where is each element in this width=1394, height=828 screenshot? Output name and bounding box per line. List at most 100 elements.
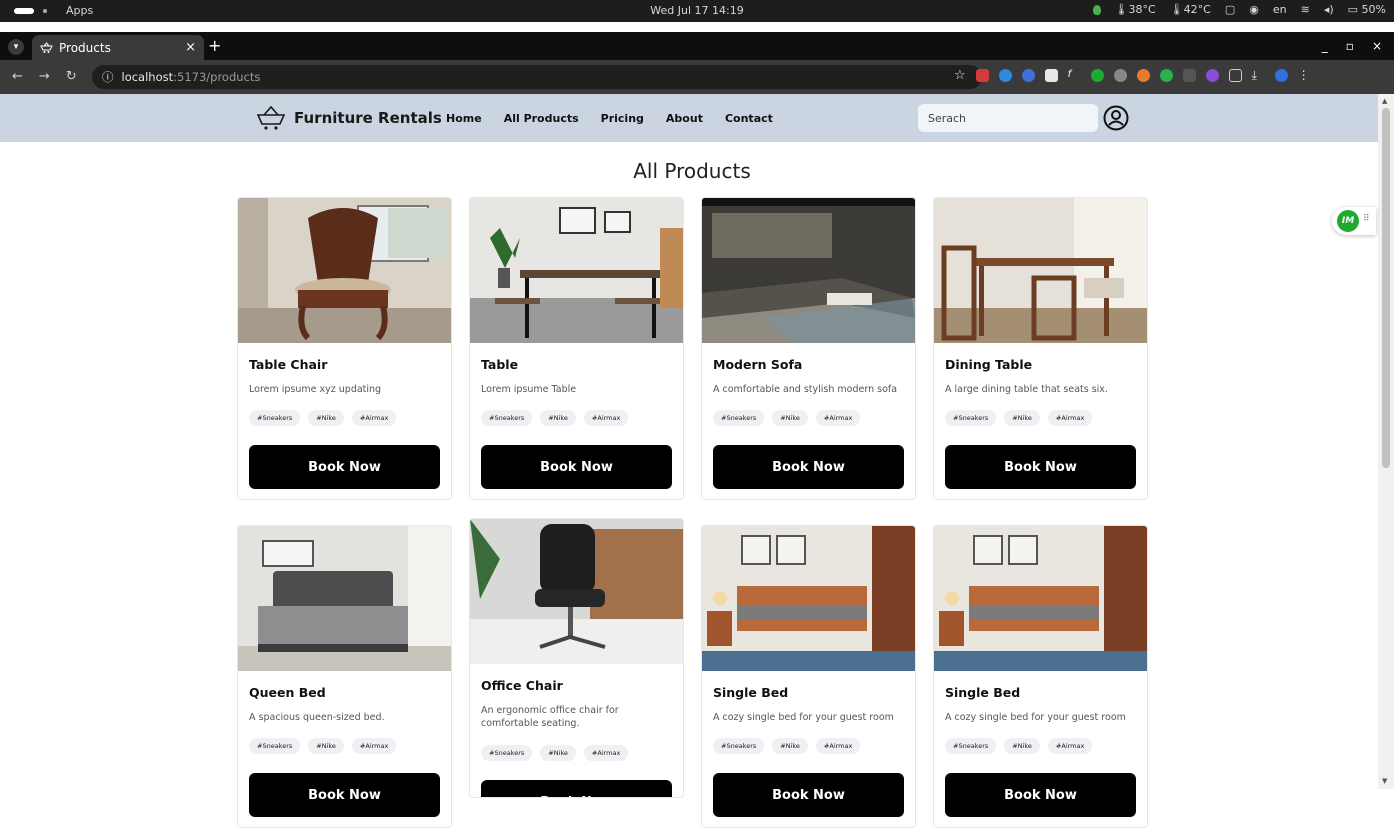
- product-tag[interactable]: #Nike: [1004, 738, 1040, 754]
- scroll-up-arrow-icon[interactable]: ▲: [1382, 97, 1387, 105]
- restore-button[interactable]: ▫: [1346, 39, 1354, 53]
- browser-menu-icon[interactable]: ⋮: [1297, 69, 1311, 82]
- search-input[interactable]: [918, 104, 1098, 132]
- product-title: Single Bed: [713, 685, 789, 700]
- product-image[interactable]: [470, 198, 683, 343]
- extension-icon[interactable]: [1136, 69, 1150, 82]
- forward-arrow-icon[interactable]: →: [39, 69, 50, 84]
- product-tag[interactable]: #Sneakers: [713, 410, 765, 426]
- browser-toolbar: ← → ↻ ⓘ localhost:5173/products ☆ f ⤓ ⋮: [0, 60, 1394, 94]
- product-image[interactable]: [702, 198, 915, 343]
- bookmark-star-icon[interactable]: ☆: [954, 69, 966, 82]
- product-tag[interactable]: #Nike: [540, 410, 576, 426]
- drag-handle-icon[interactable]: ⠿: [1363, 214, 1370, 224]
- brand-name[interactable]: Furniture Rentals: [294, 109, 442, 127]
- nav-home[interactable]: Home: [446, 112, 482, 125]
- scroll-down-arrow-icon[interactable]: ▼: [1382, 777, 1387, 785]
- product-image[interactable]: [934, 198, 1147, 343]
- extensions-puzzle-icon[interactable]: [1228, 69, 1242, 82]
- extension-icon[interactable]: [1113, 69, 1127, 82]
- product-card: Table Lorem ipsume Table #Sneakers #Nike…: [469, 197, 684, 500]
- volume-icon[interactable]: ◂): [1324, 3, 1334, 16]
- product-tag[interactable]: #Sneakers: [945, 738, 997, 754]
- back-arrow-icon[interactable]: ←: [12, 69, 23, 84]
- product-tag[interactable]: #Sneakers: [713, 738, 765, 754]
- book-now-button[interactable]: Book Now: [481, 780, 672, 797]
- product-tag[interactable]: #Sneakers: [481, 410, 533, 426]
- extension-icon[interactable]: [1021, 69, 1035, 82]
- product-tag[interactable]: #Airmax: [1047, 738, 1093, 754]
- extension-icon[interactable]: [975, 69, 989, 82]
- extension-icon[interactable]: [1090, 69, 1104, 82]
- product-image[interactable]: [238, 526, 451, 671]
- product-tag[interactable]: #Sneakers: [249, 738, 301, 754]
- user-account-icon[interactable]: [1103, 105, 1129, 131]
- product-tag[interactable]: #Airmax: [1047, 410, 1093, 426]
- product-tag[interactable]: #Nike: [772, 738, 808, 754]
- system-tray[interactable]: 🌡38°C 🌡42°C ▢ ◉ en ≋ ◂) ▭ 50%: [1092, 3, 1386, 16]
- accessibility-icon[interactable]: ◉: [1249, 3, 1259, 16]
- book-now-button[interactable]: Book Now: [945, 445, 1136, 489]
- product-tag[interactable]: #Airmax: [351, 410, 397, 426]
- product-tag[interactable]: #Sneakers: [945, 410, 997, 426]
- product-tag[interactable]: #Nike: [772, 410, 808, 426]
- product-card: Single Bed A cozy single bed for your gu…: [701, 525, 916, 828]
- product-tag[interactable]: #Nike: [308, 410, 344, 426]
- extension-icon[interactable]: [998, 69, 1012, 82]
- battery-indicator[interactable]: ▭ 50%: [1348, 3, 1386, 16]
- extension-icon[interactable]: f: [1067, 69, 1081, 82]
- reload-icon[interactable]: ↻: [66, 69, 77, 84]
- extension-icon[interactable]: [1044, 69, 1058, 82]
- nav-about[interactable]: About: [666, 112, 703, 125]
- book-now-button[interactable]: Book Now: [945, 773, 1136, 817]
- url-text[interactable]: localhost:5173/products: [122, 70, 261, 84]
- clipboard-icon[interactable]: ▢: [1225, 3, 1235, 16]
- cart-logo-icon[interactable]: [256, 104, 286, 132]
- product-tag[interactable]: #Airmax: [583, 410, 629, 426]
- profile-avatar[interactable]: [1274, 69, 1288, 82]
- product-tags: #Sneakers #Nike #Airmax: [945, 410, 1093, 426]
- product-title: Office Chair: [481, 678, 563, 693]
- new-tab-button[interactable]: +: [208, 36, 221, 55]
- tray-app-icon[interactable]: [1092, 4, 1101, 15]
- close-window-button[interactable]: ×: [1372, 39, 1382, 53]
- product-tag[interactable]: #Nike: [308, 738, 344, 754]
- product-image[interactable]: [702, 526, 915, 671]
- product-image[interactable]: [934, 526, 1147, 671]
- product-image[interactable]: [238, 198, 451, 343]
- language-indicator[interactable]: en: [1273, 3, 1287, 16]
- tab-search-icon[interactable]: ▾: [8, 39, 24, 55]
- im-badge-icon[interactable]: IM: [1337, 210, 1359, 232]
- extension-icon[interactable]: [1182, 69, 1196, 82]
- product-tag[interactable]: #Airmax: [815, 410, 861, 426]
- floating-widget[interactable]: IM ⠿: [1332, 207, 1376, 235]
- nav-all-products[interactable]: All Products: [504, 112, 579, 125]
- product-tag[interactable]: #Airmax: [583, 745, 629, 761]
- product-image[interactable]: [470, 519, 683, 664]
- nav-contact[interactable]: Contact: [725, 112, 773, 125]
- book-now-button[interactable]: Book Now: [249, 445, 440, 489]
- address-bar[interactable]: ⓘ localhost:5173/products: [92, 65, 982, 89]
- product-title: Single Bed: [945, 685, 1021, 700]
- wifi-icon[interactable]: ≋: [1301, 3, 1310, 16]
- extension-icon[interactable]: [1205, 69, 1219, 82]
- product-tag[interactable]: #Airmax: [815, 738, 861, 754]
- extension-icon[interactable]: [1159, 69, 1173, 82]
- product-tag[interactable]: #Nike: [540, 745, 576, 761]
- product-tag[interactable]: #Sneakers: [249, 410, 301, 426]
- nav-pricing[interactable]: Pricing: [601, 112, 644, 125]
- site-info-icon[interactable]: ⓘ: [102, 69, 114, 85]
- product-title: Modern Sofa: [713, 357, 803, 372]
- product-tag[interactable]: #Sneakers: [481, 745, 533, 761]
- tab-close-icon[interactable]: ×: [185, 40, 196, 55]
- page-scrollbar[interactable]: ▲ ▼: [1378, 94, 1394, 789]
- minimize-button[interactable]: _: [1322, 39, 1328, 53]
- book-now-button[interactable]: Book Now: [713, 445, 904, 489]
- product-tag[interactable]: #Nike: [1004, 410, 1040, 426]
- download-icon[interactable]: ⤓: [1251, 69, 1265, 82]
- book-now-button[interactable]: Book Now: [713, 773, 904, 817]
- product-tag[interactable]: #Airmax: [351, 738, 397, 754]
- book-now-button[interactable]: Book Now: [481, 445, 672, 489]
- tab-products[interactable]: Products ×: [32, 35, 204, 60]
- book-now-button[interactable]: Book Now: [249, 773, 440, 817]
